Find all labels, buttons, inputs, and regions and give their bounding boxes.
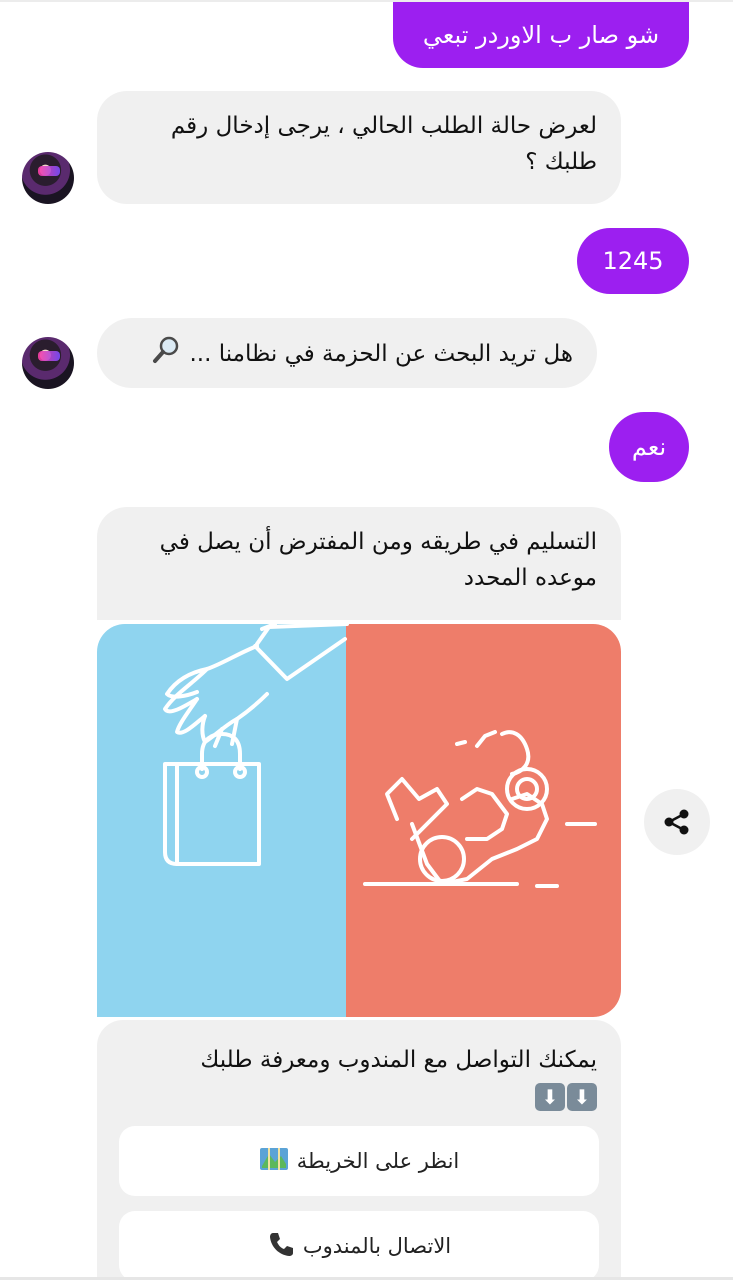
phone-icon [267, 1230, 295, 1263]
bot-avatar [22, 337, 74, 389]
bot-message-text: هل تريد البحث عن الحزمة في نظامنا ... [189, 341, 573, 367]
magnifier-icon [152, 334, 182, 375]
share-icon [664, 809, 689, 835]
card-body: يمكنك التواصل مع المندوب ومعرفة طلبك ⬇⬇ … [97, 1020, 621, 1280]
call-courier-label: الاتصال بالمندوب [302, 1234, 452, 1258]
bot-message: التسليم في طريقه ومن المفترض أن يصل في م… [97, 507, 621, 620]
user-message-text: شو صار ب الاوردر تبعي [422, 21, 660, 49]
delivery-illustration [97, 624, 621, 1017]
card-text-label: يمكنك التواصل مع المندوب ومعرفة طلبك [200, 1047, 597, 1073]
bot-avatar [22, 152, 74, 204]
arrow-down-icon: ⬇ [567, 1082, 597, 1111]
bot-message: لعرض حالة الطلب الحالي ، يرجى إدخال رقم … [97, 91, 621, 204]
user-message-text: نعم [631, 433, 667, 461]
arrow-down-icon: ⬇ [535, 1082, 565, 1111]
map-icon [259, 1146, 289, 1177]
share-button[interactable] [644, 789, 710, 855]
user-message: 1245 [577, 228, 689, 294]
card-text: يمكنك التواصل مع المندوب ومعرفة طلبك ⬇⬇ [127, 1042, 597, 1114]
delivery-illustration-graphic [163, 624, 597, 888]
bot-message-text: لعرض حالة الطلب الحالي ، يرجى إدخال رقم … [170, 113, 597, 175]
call-courier-button[interactable]: الاتصال بالمندوب [119, 1211, 599, 1280]
bot-message: هل تريد البحث عن الحزمة في نظامنا ... [97, 318, 597, 388]
user-message: نعم [609, 412, 689, 482]
user-message-text: 1245 [602, 247, 664, 275]
user-message: شو صار ب الاوردر تبعي [393, 2, 689, 68]
view-map-label: انظر على الخريطة [296, 1149, 460, 1173]
bot-message-text: التسليم في طريقه ومن المفترض أن يصل في م… [159, 529, 597, 591]
view-map-button[interactable]: انظر على الخريطة [119, 1126, 599, 1196]
